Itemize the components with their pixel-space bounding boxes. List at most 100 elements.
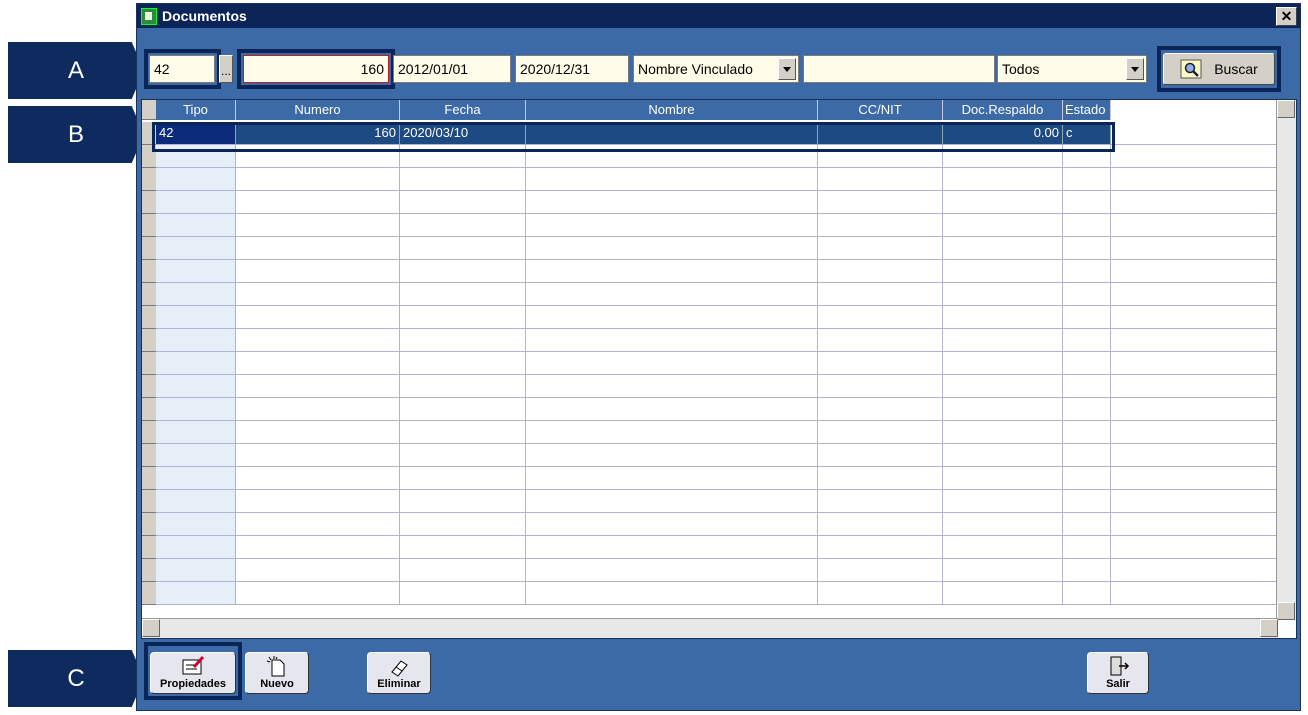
empty-cell[interactable] [943,536,1063,559]
empty-cell[interactable] [236,352,400,375]
row-selector[interactable] [142,421,156,444]
empty-cell[interactable] [1063,375,1111,398]
empty-cell[interactable] [818,513,943,536]
tipo-lookup-button[interactable]: ... [219,55,233,83]
empty-cell[interactable] [1063,260,1111,283]
empty-cell[interactable] [526,421,818,444]
empty-cell[interactable] [943,513,1063,536]
empty-cell[interactable] [1063,421,1111,444]
empty-cell[interactable] [236,421,400,444]
scroll-up-button[interactable] [1277,100,1295,118]
empty-cell[interactable] [818,559,943,582]
salir-button[interactable]: Salir [1087,652,1149,694]
chevron-down-icon[interactable] [778,58,796,80]
numero-field[interactable]: 160 [243,55,389,83]
empty-cell[interactable] [526,467,818,490]
row-selector[interactable] [142,260,156,283]
empty-cell[interactable] [526,352,818,375]
row-selector[interactable] [142,513,156,536]
empty-cell[interactable] [818,214,943,237]
column-header-fecha[interactable]: Fecha [400,100,526,120]
scroll-right-button[interactable] [1260,619,1278,637]
empty-cell[interactable] [526,260,818,283]
empty-cell[interactable] [400,467,526,490]
empty-cell[interactable] [818,467,943,490]
empty-cell[interactable] [1063,168,1111,191]
empty-cell[interactable] [156,444,236,467]
empty-cell[interactable] [156,536,236,559]
campo-select[interactable]: Nombre Vinculado [633,55,799,83]
row-selector[interactable] [142,168,156,191]
empty-cell[interactable] [236,283,400,306]
empty-cell[interactable] [1063,582,1111,605]
column-header-ccnit[interactable]: CC/NIT [818,100,943,120]
chevron-down-icon[interactable] [1126,58,1144,80]
empty-cell[interactable] [236,582,400,605]
empty-cell[interactable] [156,582,236,605]
empty-cell[interactable] [400,536,526,559]
empty-cell[interactable] [156,191,236,214]
empty-cell[interactable] [400,214,526,237]
empty-cell[interactable] [400,191,526,214]
empty-cell[interactable] [236,329,400,352]
empty-cell[interactable] [526,214,818,237]
empty-cell[interactable] [236,168,400,191]
empty-cell[interactable] [943,582,1063,605]
empty-cell[interactable] [1063,237,1111,260]
nuevo-button[interactable]: Nuevo [245,652,309,694]
empty-cell[interactable] [943,352,1063,375]
empty-cell[interactable] [236,375,400,398]
empty-cell[interactable] [943,490,1063,513]
row-selector[interactable] [142,375,156,398]
empty-cell[interactable] [156,168,236,191]
empty-cell[interactable] [818,237,943,260]
empty-cell[interactable] [236,237,400,260]
empty-cell[interactable] [943,444,1063,467]
empty-cell[interactable] [236,513,400,536]
empty-cell[interactable] [1063,352,1111,375]
vertical-scrollbar[interactable] [1276,100,1296,620]
empty-cell[interactable] [943,191,1063,214]
empty-cell[interactable] [818,375,943,398]
empty-cell[interactable] [1063,329,1111,352]
row-selector[interactable] [142,237,156,260]
estado-select[interactable]: Todos [997,55,1147,83]
empty-cell[interactable] [818,329,943,352]
empty-cell[interactable] [156,421,236,444]
empty-cell[interactable] [526,306,818,329]
empty-cell[interactable] [156,490,236,513]
empty-cell[interactable] [943,214,1063,237]
row-selector[interactable] [142,536,156,559]
row-selector[interactable] [142,559,156,582]
empty-cell[interactable] [400,375,526,398]
empty-cell[interactable] [526,490,818,513]
empty-cell[interactable] [156,237,236,260]
empty-cell[interactable] [526,513,818,536]
empty-cell[interactable] [1063,444,1111,467]
empty-cell[interactable] [156,375,236,398]
row-selector[interactable] [142,283,156,306]
empty-cell[interactable] [1063,536,1111,559]
empty-cell[interactable] [1063,513,1111,536]
empty-cell[interactable] [526,191,818,214]
empty-cell[interactable] [943,398,1063,421]
row-selector[interactable] [142,191,156,214]
row-selector[interactable] [142,352,156,375]
empty-cell[interactable] [818,582,943,605]
empty-cell[interactable] [400,421,526,444]
empty-cell[interactable] [526,237,818,260]
buscar-button[interactable]: Buscar [1163,53,1275,85]
empty-cell[interactable] [400,398,526,421]
empty-cell[interactable] [400,559,526,582]
empty-cell[interactable] [400,168,526,191]
row-selector[interactable] [142,490,156,513]
empty-cell[interactable] [943,467,1063,490]
empty-cell[interactable] [943,375,1063,398]
empty-cell[interactable] [526,375,818,398]
empty-cell[interactable] [236,444,400,467]
empty-cell[interactable] [818,191,943,214]
empty-cell[interactable] [1063,490,1111,513]
empty-cell[interactable] [943,306,1063,329]
empty-cell[interactable] [236,467,400,490]
empty-cell[interactable] [156,513,236,536]
